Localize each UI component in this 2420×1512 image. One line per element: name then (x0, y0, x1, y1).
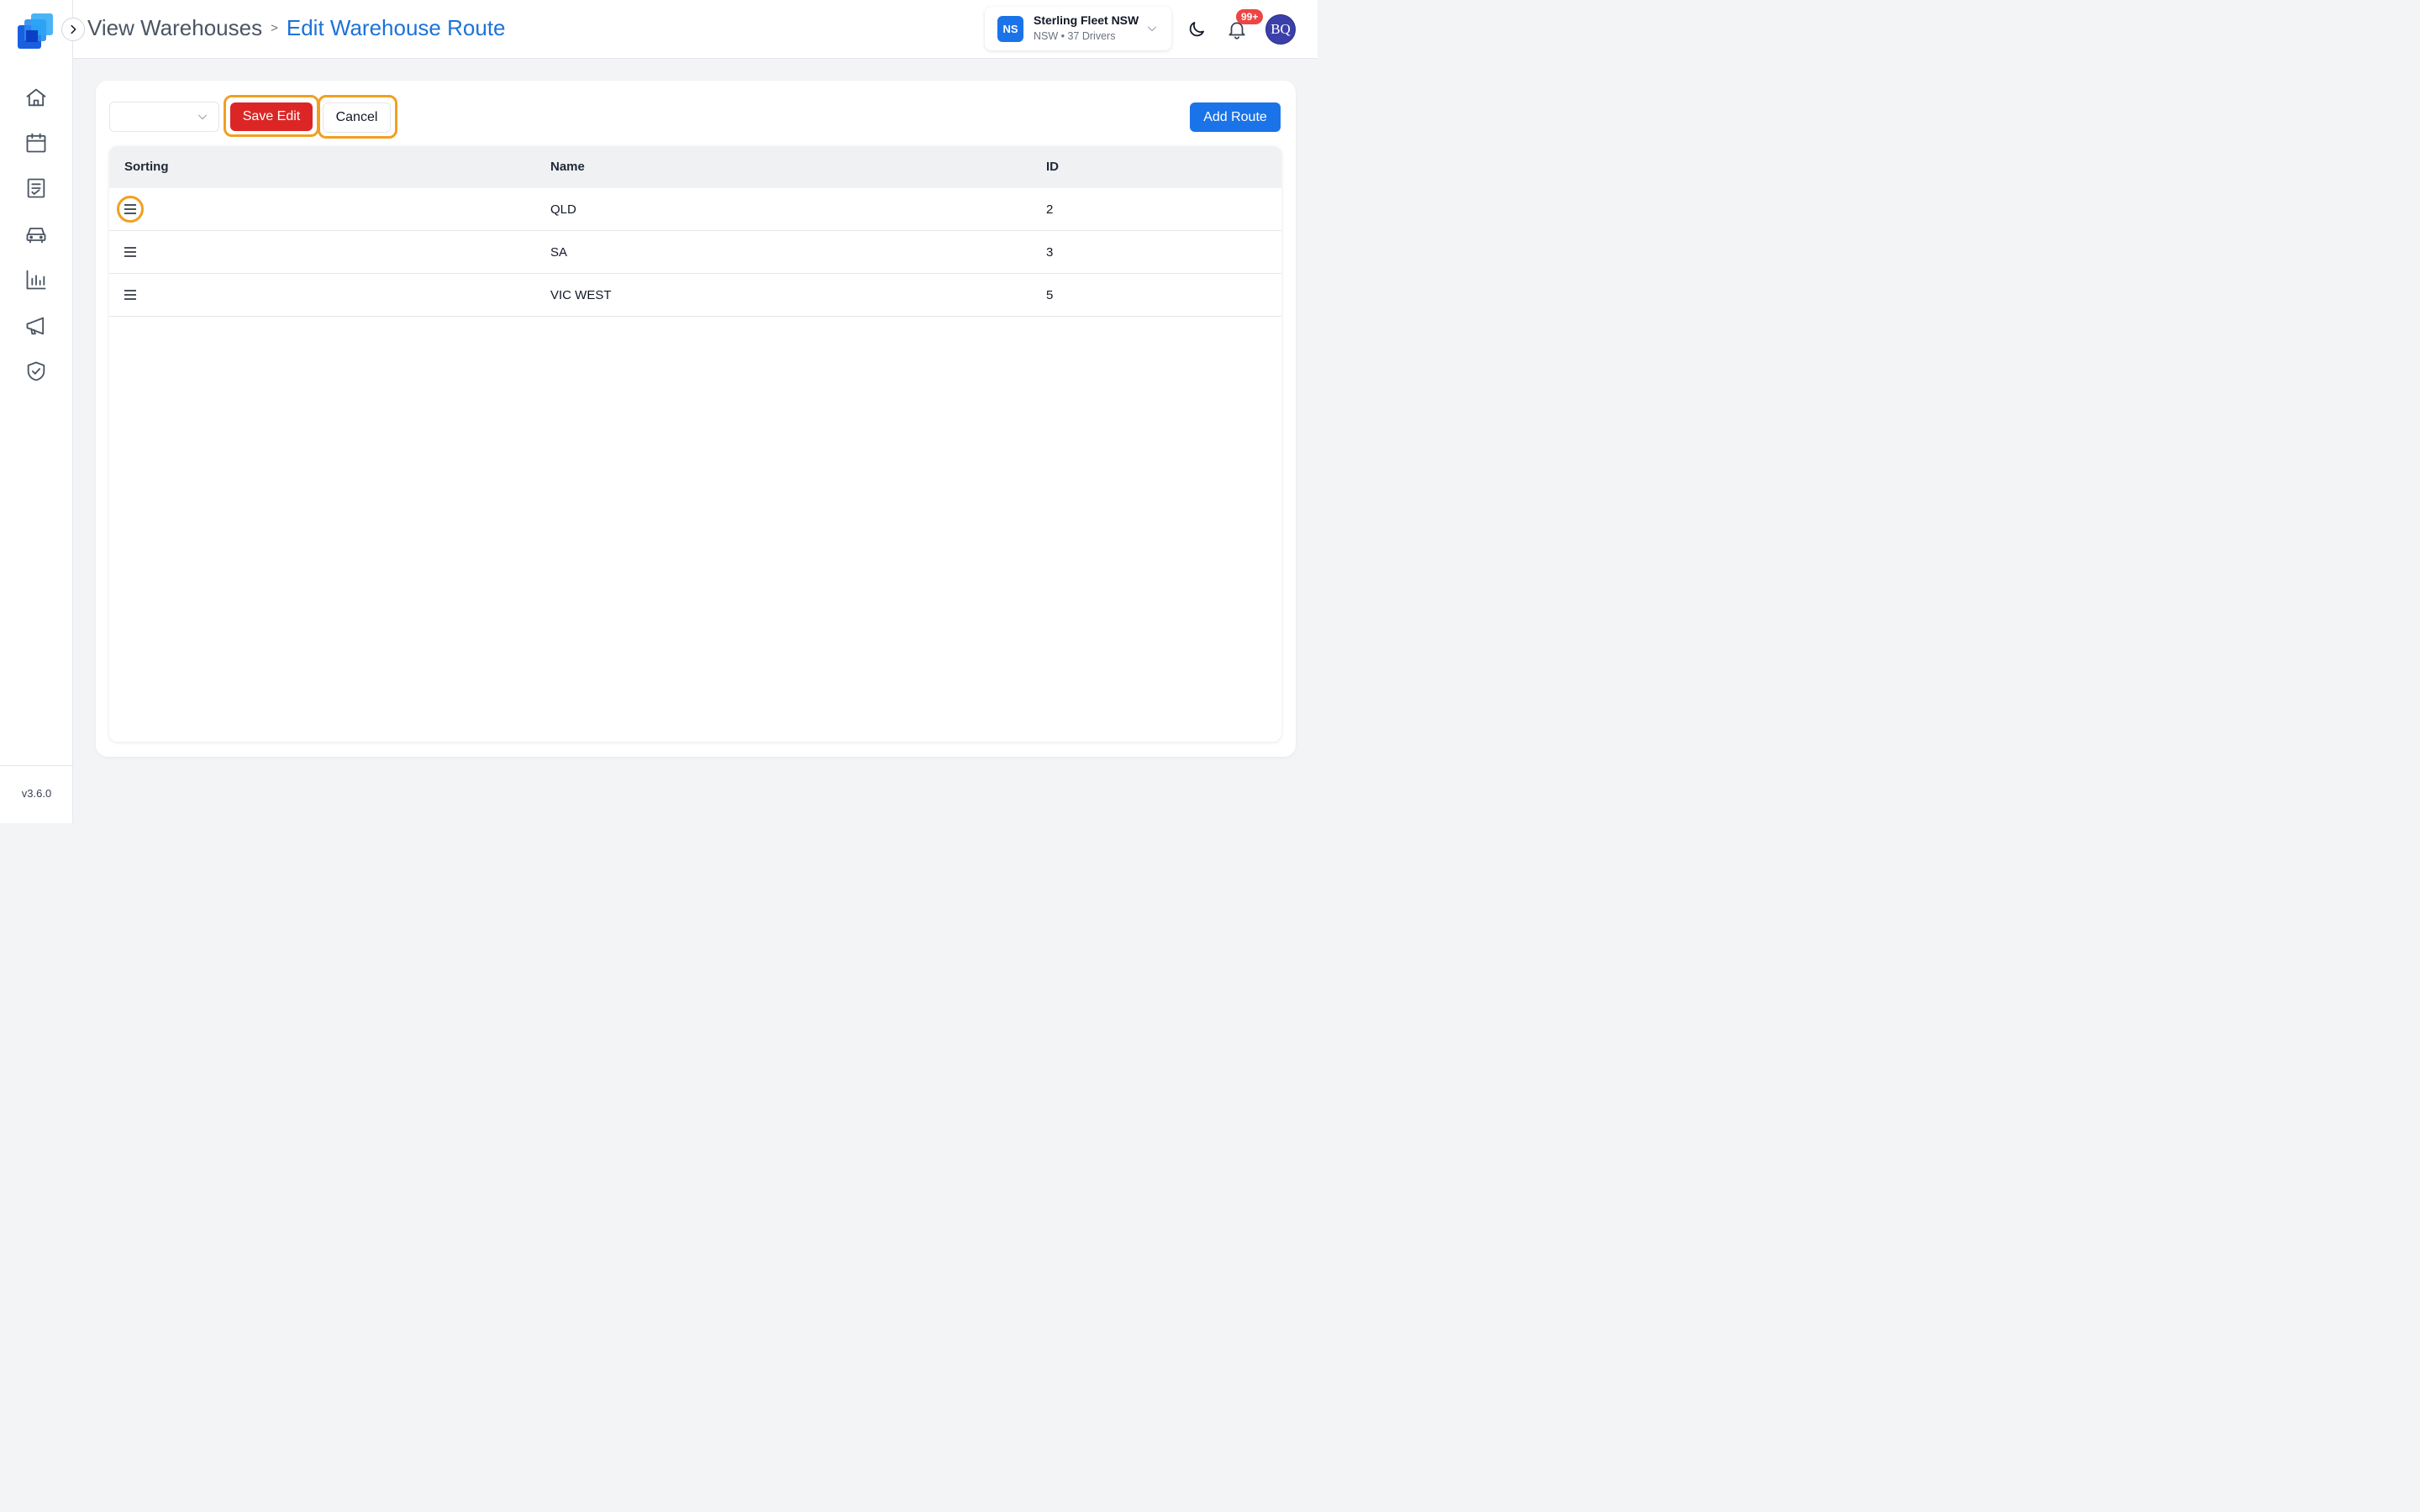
user-avatar[interactable]: BQ (1265, 14, 1296, 45)
add-route-button[interactable]: Add Route (1190, 102, 1281, 132)
route-name-cell: SA (550, 245, 568, 260)
calendar-icon[interactable] (24, 130, 49, 155)
routes-table: Sorting Name ID QLD 2 SA 3 VIC WEST 5 (109, 146, 1281, 742)
route-id-cell: 3 (1046, 245, 1054, 260)
organization-switcher[interactable]: NS Sterling Fleet NSW NSW • 37 Drivers (985, 7, 1171, 50)
chevron-down-icon (1148, 26, 1156, 32)
column-header-id[interactable]: ID (1046, 160, 1059, 174)
sidebar-toggle-button[interactable] (61, 18, 85, 41)
table-row[interactable]: QLD 2 (109, 188, 1281, 231)
org-avatar: NS (997, 16, 1023, 42)
route-select[interactable] (109, 102, 219, 132)
drag-handle-icon[interactable] (117, 196, 144, 223)
drag-handle-icon[interactable] (117, 239, 144, 265)
app-logo[interactable] (16, 12, 56, 52)
top-header: View Warehouses > Edit Warehouse Route N… (73, 0, 1318, 59)
route-editor-card: Save Edit Cancel Add Route Sorting Name … (96, 81, 1296, 757)
cancel-button[interactable]: Cancel (323, 102, 391, 133)
page-title: Edit Warehouse Route (286, 15, 506, 40)
route-id-cell: 2 (1046, 202, 1054, 217)
table-row[interactable]: VIC WEST 5 (109, 274, 1281, 317)
moon-icon[interactable] (1186, 19, 1207, 39)
route-id-cell: 5 (1046, 288, 1054, 302)
breadcrumb-separator: > (271, 21, 278, 35)
car-icon[interactable] (24, 222, 49, 247)
breadcrumb: View Warehouses > Edit Warehouse Route (87, 15, 506, 41)
route-name-cell: QLD (550, 202, 576, 217)
home-icon[interactable] (24, 85, 49, 110)
table-row[interactable]: SA 3 (109, 231, 1281, 274)
bar-chart-icon[interactable] (24, 267, 49, 292)
drag-handle-icon[interactable] (117, 281, 144, 308)
document-icon[interactable] (24, 176, 49, 201)
column-header-sorting: Sorting (124, 160, 169, 174)
save-edit-button[interactable]: Save Edit (230, 102, 313, 131)
sidebar-divider (0, 765, 73, 766)
org-subtitle: NSW • 37 Drivers (1034, 30, 1116, 42)
breadcrumb-parent-link[interactable]: View Warehouses (87, 15, 262, 41)
notification-badge: 99+ (1236, 9, 1264, 24)
app-root: v3.6.0 View Warehouses > Edit Warehouse … (0, 0, 1318, 823)
chevron-right-icon (71, 24, 76, 34)
route-name-cell: VIC WEST (550, 288, 612, 302)
shield-check-icon[interactable] (24, 359, 49, 384)
column-header-name[interactable]: Name (550, 160, 585, 174)
megaphone-icon[interactable] (24, 313, 49, 339)
table-body: QLD 2 SA 3 VIC WEST 5 (109, 188, 1281, 317)
table-header: Sorting Name ID (109, 146, 1281, 188)
org-name: Sterling Fleet NSW (1034, 13, 1139, 27)
sidebar: v3.6.0 (0, 0, 73, 823)
app-version: v3.6.0 (21, 787, 52, 800)
chevron-down-icon (198, 114, 207, 120)
